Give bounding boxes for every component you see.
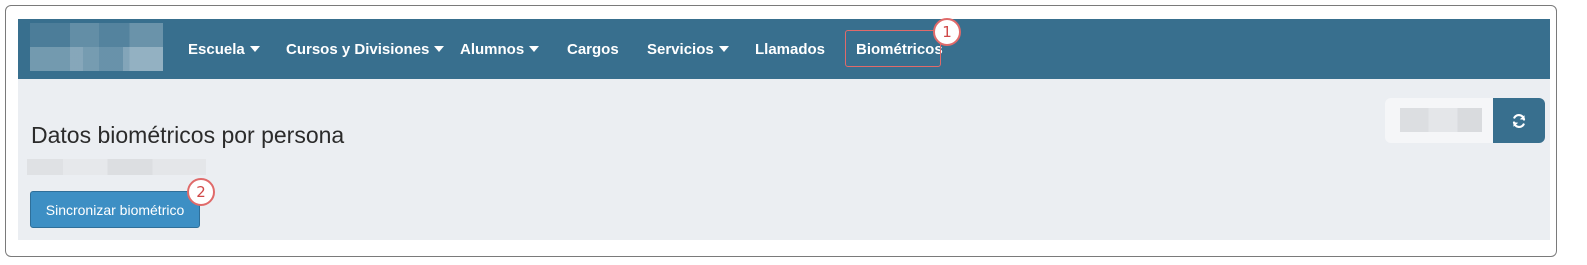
nav-item-label: Cursos y Divisiones — [286, 40, 430, 58]
nav-item-cursos-y-divisiones[interactable]: Cursos y Divisiones — [286, 19, 445, 79]
annotation-marker-1: 1 — [933, 18, 961, 46]
nav-item-label: Servicios — [647, 40, 714, 58]
redacted-subtitle — [27, 159, 206, 175]
refresh-button[interactable] — [1493, 98, 1545, 143]
nav-item-llamados[interactable]: Llamados — [755, 19, 825, 79]
sync-biometric-button[interactable]: Sincronizar biométrico — [30, 191, 200, 228]
nav-item-label: Llamados — [755, 40, 826, 58]
nav-item-label: Escuela — [188, 40, 245, 58]
nav-item-escuela[interactable]: Escuela — [188, 19, 260, 79]
nav-item-cargos[interactable]: Cargos — [567, 19, 619, 79]
redacted-field — [1400, 108, 1482, 132]
nav-item-label: Alumnos — [460, 40, 525, 58]
page-title: Datos biométricos por persona — [31, 122, 345, 148]
annotation-marker-2: 2 — [187, 178, 215, 206]
nav-item-servicios[interactable]: Servicios — [647, 19, 729, 79]
caret-down-icon — [249, 46, 260, 52]
logo[interactable] — [30, 23, 163, 71]
refresh-icon — [1512, 113, 1526, 128]
caret-down-icon — [434, 46, 445, 52]
caret-down-icon — [529, 46, 540, 52]
nav-item-alumnos[interactable]: Alumnos — [460, 19, 540, 79]
toolbar-group — [1385, 98, 1545, 143]
app-window: Escuela Cursos y Divisiones Alumnos Carg… — [18, 19, 1550, 240]
caret-down-icon — [718, 46, 729, 52]
highlight-box-biometricos — [845, 30, 941, 67]
nav-item-label: Cargos — [567, 40, 619, 58]
top-navbar: Escuela Cursos y Divisiones Alumnos Carg… — [18, 19, 1550, 79]
